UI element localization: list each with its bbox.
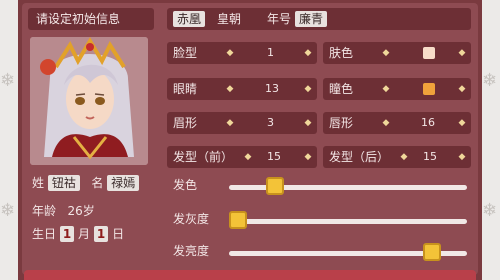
hair-gray-handle[interactable] (229, 211, 247, 229)
skin-next-icon[interactable]: ◆ (455, 42, 469, 64)
hair-brightness-handle[interactable] (422, 243, 441, 261)
hair-front-label: 发型（前） (173, 150, 234, 164)
dynasty-suffix: 皇朝 (217, 12, 242, 26)
birth-month-field[interactable]: 1 (59, 226, 75, 242)
face-next-icon[interactable]: ◆ (301, 42, 315, 64)
hair-back-prev-icon[interactable]: ◆ (397, 146, 411, 168)
given-name-field[interactable]: 禄嫣 (107, 175, 140, 191)
eyes-label: 眼睛 (173, 82, 198, 96)
dynasty-name-field[interactable]: 赤凰 (173, 11, 206, 27)
hair-front-next-icon[interactable]: ◆ (301, 146, 315, 168)
brow-prev-icon[interactable]: ◆ (223, 112, 237, 134)
profile-panel: 请设定初始信息 姓 钮祜 名 禄嫣 年龄 26岁 生日 1 月 1 日 (24, 4, 158, 274)
character-portrait (30, 37, 148, 165)
background-edge-left (0, 0, 18, 280)
era-label: 年号 (267, 12, 292, 26)
pupil-selector: 瞳色 ◆ ◆ (323, 78, 471, 100)
pupil-next-icon[interactable]: ◆ (455, 78, 469, 100)
brow-label: 眉形 (173, 116, 198, 130)
hair-back-label: 发型（后） (329, 150, 390, 164)
hair-back-value: 15 (423, 150, 437, 163)
hair-color-handle[interactable] (266, 177, 285, 195)
day-label: 日 (112, 227, 125, 241)
pupil-color-swatch (423, 83, 435, 95)
face-skin-row: 脸型 ◆ 1 ◆ 肤色 ◆ ◆ (167, 42, 471, 64)
lip-next-icon[interactable]: ◆ (455, 112, 469, 134)
age-row: 年龄 26岁 (32, 202, 95, 219)
eyes-next-icon[interactable]: ◆ (301, 78, 315, 100)
hair-color-label: 发色 (173, 178, 198, 192)
name-row: 姓 钮祜 名 禄嫣 (32, 174, 140, 192)
hair-back-next-icon[interactable]: ◆ (455, 146, 469, 168)
hair-back-selector: 发型（后） ◆ 15 ◆ (323, 146, 471, 168)
era-name-field[interactable]: 廉青 (295, 11, 328, 27)
hair-brightness-track[interactable] (229, 243, 467, 261)
hair-gray-slider-row: 发灰度 (167, 210, 471, 238)
lip-prev-icon[interactable]: ◆ (379, 112, 393, 134)
birthday-row: 生日 1 月 1 日 (32, 225, 124, 243)
skin-label: 肤色 (329, 46, 354, 60)
hair-front-prev-icon[interactable]: ◆ (241, 146, 255, 168)
lip-selector: 唇形 ◆ 16 ◆ (323, 112, 471, 134)
age-label: 年龄 (32, 204, 57, 218)
face-selector: 脸型 ◆ 1 ◆ (167, 42, 317, 64)
hair-front-value: 15 (267, 150, 281, 163)
appearance-panel: 赤凰 皇朝 年号 廉青 脸型 ◆ 1 ◆ 肤色 ◆ ◆ 眼睛 ◆ 13 ◆ 瞳色… (165, 4, 475, 274)
face-label: 脸型 (173, 46, 198, 60)
eyes-prev-icon[interactable]: ◆ (223, 78, 237, 100)
hair-gray-label: 发灰度 (173, 212, 210, 226)
birth-day-field[interactable]: 1 (93, 226, 109, 242)
hair-brightness-label: 发亮度 (173, 244, 210, 258)
brow-lip-row: 眉形 ◆ 3 ◆ 唇形 ◆ 16 ◆ (167, 112, 471, 134)
age-value: 26岁 (67, 204, 95, 218)
pupil-label: 瞳色 (329, 82, 354, 96)
month-label: 月 (78, 227, 91, 241)
lip-value: 16 (421, 116, 435, 129)
skin-prev-icon[interactable]: ◆ (379, 42, 393, 64)
surname-field[interactable]: 钮祜 (47, 175, 80, 191)
skin-color-swatch (423, 47, 435, 59)
pupil-prev-icon[interactable]: ◆ (379, 78, 393, 100)
hairstyle-row: 发型（前） ◆ 15 ◆ 发型（后） ◆ 15 ◆ (167, 146, 471, 168)
hair-front-selector: 发型（前） ◆ 15 ◆ (167, 146, 317, 168)
skin-selector: 肤色 ◆ ◆ (323, 42, 471, 64)
birthday-label: 生日 (32, 227, 57, 241)
dynasty-row: 赤凰 皇朝 年号 廉青 (167, 8, 471, 30)
hair-brightness-slider-row: 发亮度 (167, 242, 471, 270)
face-value: 1 (267, 46, 274, 59)
face-prev-icon[interactable]: ◆ (223, 42, 237, 64)
hair-gray-track[interactable] (229, 211, 467, 229)
eyes-selector: 眼睛 ◆ 13 ◆ (167, 78, 317, 100)
hair-color-track[interactable] (229, 177, 467, 195)
background-edge-right (482, 0, 500, 280)
confirm-button-edge[interactable] (24, 270, 476, 280)
hair-color-slider-row: 发色 (167, 176, 471, 204)
surname-label: 姓 (32, 176, 45, 190)
lip-label: 唇形 (329, 116, 354, 130)
brow-selector: 眉形 ◆ 3 ◆ (167, 112, 317, 134)
eyes-pupil-row: 眼睛 ◆ 13 ◆ 瞳色 ◆ ◆ (167, 78, 471, 100)
brow-next-icon[interactable]: ◆ (301, 112, 315, 134)
brow-value: 3 (267, 116, 274, 129)
given-name-label: 名 (91, 176, 104, 190)
panel-title: 请设定初始信息 (28, 8, 154, 30)
eyes-value: 13 (265, 82, 279, 95)
